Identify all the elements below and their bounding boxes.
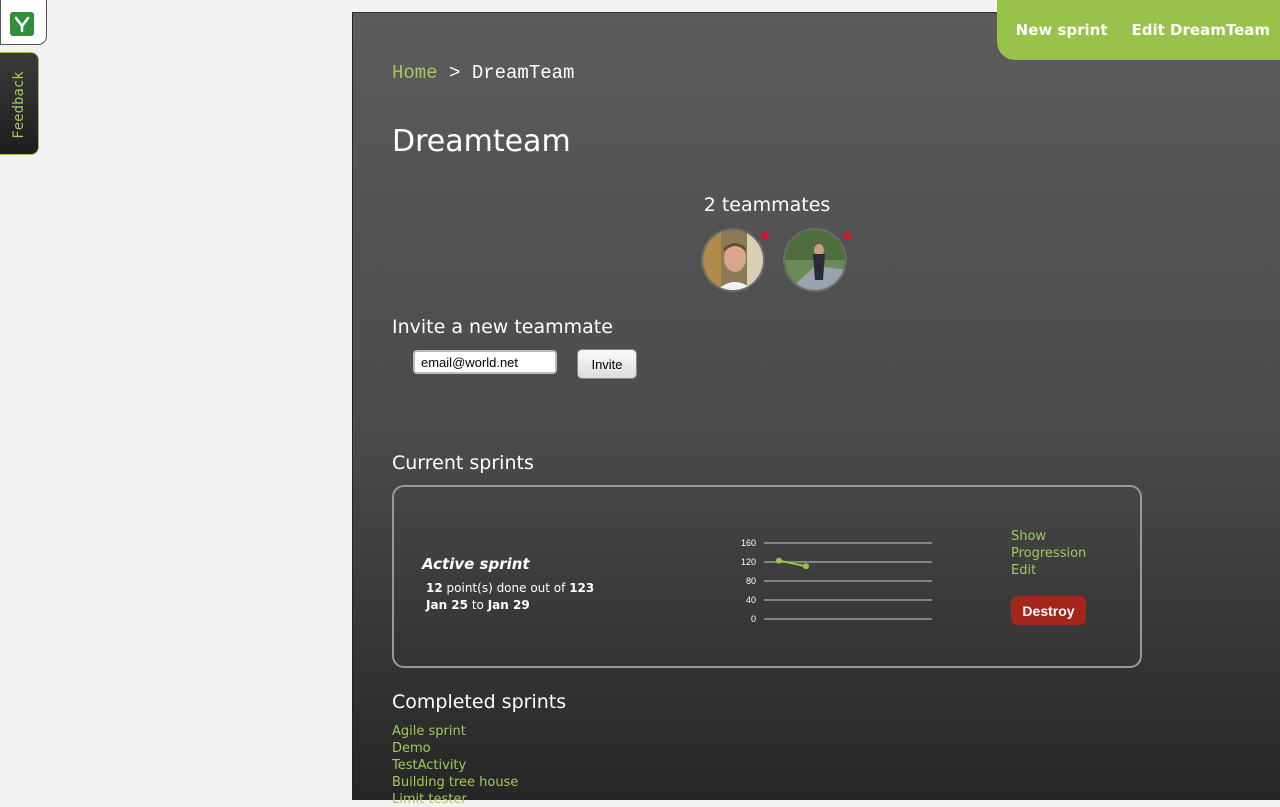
avatar[interactable]	[701, 228, 765, 292]
sprint-dates-separator: to	[471, 598, 484, 612]
new-sprint-link[interactable]: New sprint	[1016, 21, 1108, 39]
sprint-name: Active sprint	[422, 555, 530, 573]
breadcrumb: Home > DreamTeam	[392, 62, 574, 84]
remove-teammate-icon[interactable]: ✖	[760, 230, 770, 242]
breadcrumb-separator: >	[449, 62, 461, 84]
app-widget[interactable]	[0, 0, 47, 45]
header-actions: New sprint Edit DreamTeam	[997, 0, 1280, 60]
list-item[interactable]: Building tree house	[392, 775, 518, 790]
edit-sprint-link[interactable]: Edit	[1011, 563, 1036, 578]
feedback-label: Feedback	[11, 71, 27, 139]
current-sprints-title: Current sprints	[392, 452, 534, 474]
y-tick-label: 160	[741, 538, 756, 548]
sprint-points-text: point(s) done out of	[446, 581, 566, 595]
y-logo-icon[interactable]	[10, 12, 34, 36]
list-item[interactable]: TestActivity	[392, 758, 466, 773]
sprint-points: 12 point(s) done out of 123	[426, 581, 594, 595]
avatar[interactable]	[783, 228, 847, 292]
teammates-count: 2 teammates	[703, 194, 831, 216]
sprint-dates: Jan 25 to Jan 29	[426, 598, 530, 612]
y-tick-label: 0	[751, 614, 756, 624]
list-item[interactable]: Demo	[392, 741, 431, 756]
sprint-end-date: Jan 29	[487, 598, 530, 612]
y-tick-label: 120	[741, 557, 756, 567]
completed-sprints-title: Completed sprints	[392, 691, 567, 713]
feedback-tab[interactable]: Feedback	[0, 52, 39, 155]
page-title: Dreamteam	[392, 124, 571, 159]
y-tick-label: 80	[746, 576, 756, 586]
list-item[interactable]: Agile sprint	[392, 724, 466, 739]
breadcrumb-home-link[interactable]: Home	[392, 62, 438, 84]
data-point	[776, 557, 782, 564]
show-sprint-link[interactable]: Show	[1011, 529, 1046, 544]
email-field[interactable]	[413, 350, 557, 374]
progression-link[interactable]: Progression	[1011, 546, 1086, 561]
remove-teammate-icon[interactable]: ✖	[842, 230, 852, 242]
burndown-chart: 160 120 80 40 0	[741, 538, 932, 624]
sprint-total-points: 123	[569, 581, 595, 595]
invite-button[interactable]: Invite	[577, 349, 637, 379]
breadcrumb-current: DreamTeam	[471, 62, 575, 84]
edit-team-link[interactable]: Edit DreamTeam	[1132, 21, 1270, 39]
y-tick-label: 40	[746, 595, 756, 605]
invite-title: Invite a new teammate	[392, 316, 613, 338]
sprint-start-date: Jan 25	[426, 598, 468, 612]
destroy-button[interactable]: Destroy	[1011, 596, 1086, 625]
sprint-done-points: 12	[426, 581, 443, 595]
data-point	[803, 563, 809, 570]
